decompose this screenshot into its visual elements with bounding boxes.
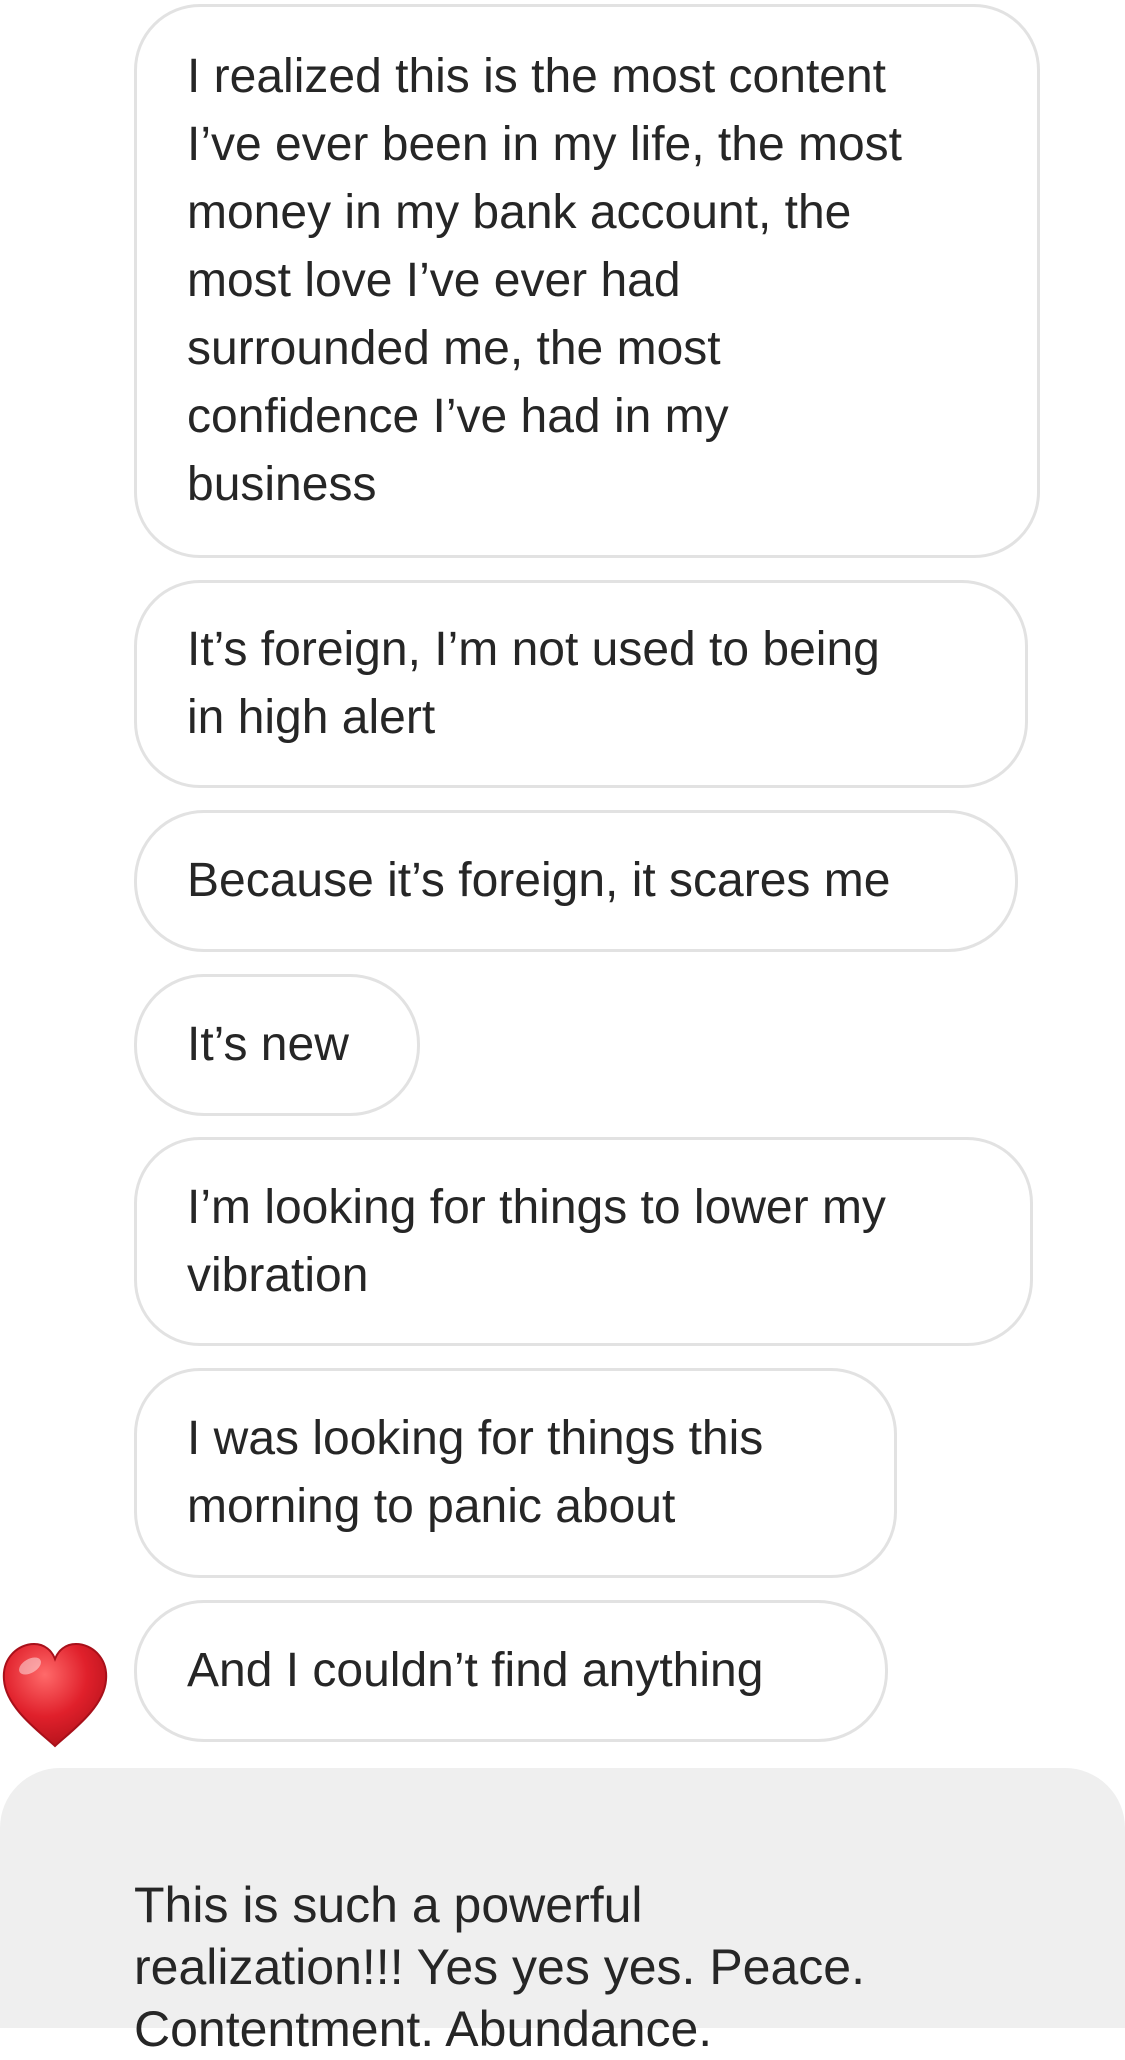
outgoing-message-bubble[interactable]: It’s new	[134, 974, 420, 1116]
message-text: It’s foreign, I’m not used to being in h…	[187, 623, 880, 744]
message-text: I was looking for things this morning to…	[187, 1412, 764, 1533]
message-text: I’m looking for things to lower my vibra…	[187, 1180, 886, 1302]
message-text: And I couldn’t find anything	[187, 1644, 764, 1697]
outgoing-message-bubble[interactable]: And I couldn’t find anything	[134, 1600, 888, 1742]
outgoing-message-bubble[interactable]: I was looking for things this morning to…	[134, 1368, 897, 1578]
message-text: I realized this is the most content I’ve…	[187, 50, 902, 511]
outgoing-message-bubble[interactable]: It’s foreign, I’m not used to being in h…	[134, 580, 1028, 788]
red-heart-icon[interactable]	[0, 1640, 110, 1752]
message-text: Because it’s foreign, it scares me	[187, 854, 891, 907]
message-text: This is such a powerful realization!!! Y…	[134, 1877, 865, 2057]
outgoing-message-bubble[interactable]: I’m looking for things to lower my vibra…	[134, 1137, 1033, 1346]
message-thread: I realized this is the most content I’ve…	[0, 0, 1125, 2057]
heart-reaction-graphic	[2, 1642, 108, 1748]
message-text: It’s new	[187, 1018, 349, 1071]
outgoing-message-bubble[interactable]: I realized this is the most content I’ve…	[134, 4, 1040, 558]
incoming-message-bubble[interactable]: This is such a powerful realization!!! Y…	[0, 1768, 1125, 2057]
outgoing-message-bubble[interactable]: Because it’s foreign, it scares me	[134, 810, 1018, 952]
